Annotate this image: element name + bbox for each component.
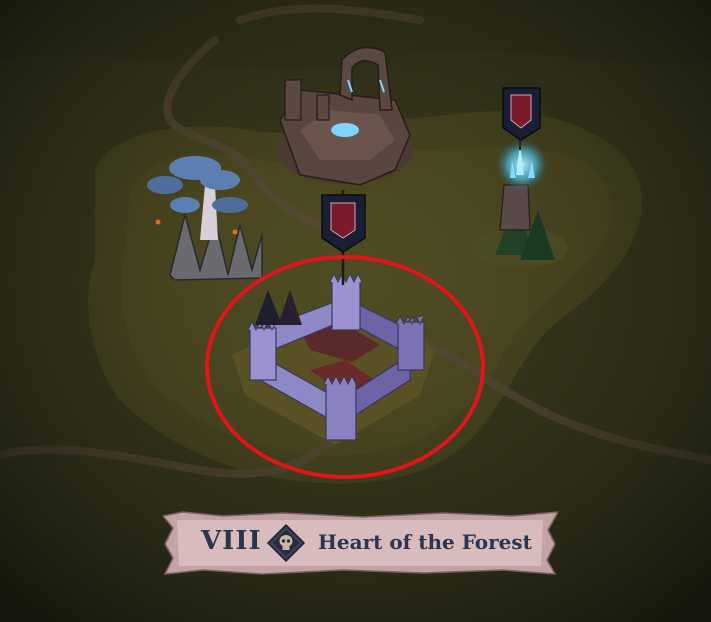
portal-crystal-icon (331, 123, 359, 137)
level-banner[interactable]: VIII Heart of the Forest (163, 510, 558, 576)
level-title: Heart of the Forest (318, 530, 532, 554)
castle-crest-icon (330, 202, 356, 239)
chapter-numeral: VIII (201, 526, 262, 556)
